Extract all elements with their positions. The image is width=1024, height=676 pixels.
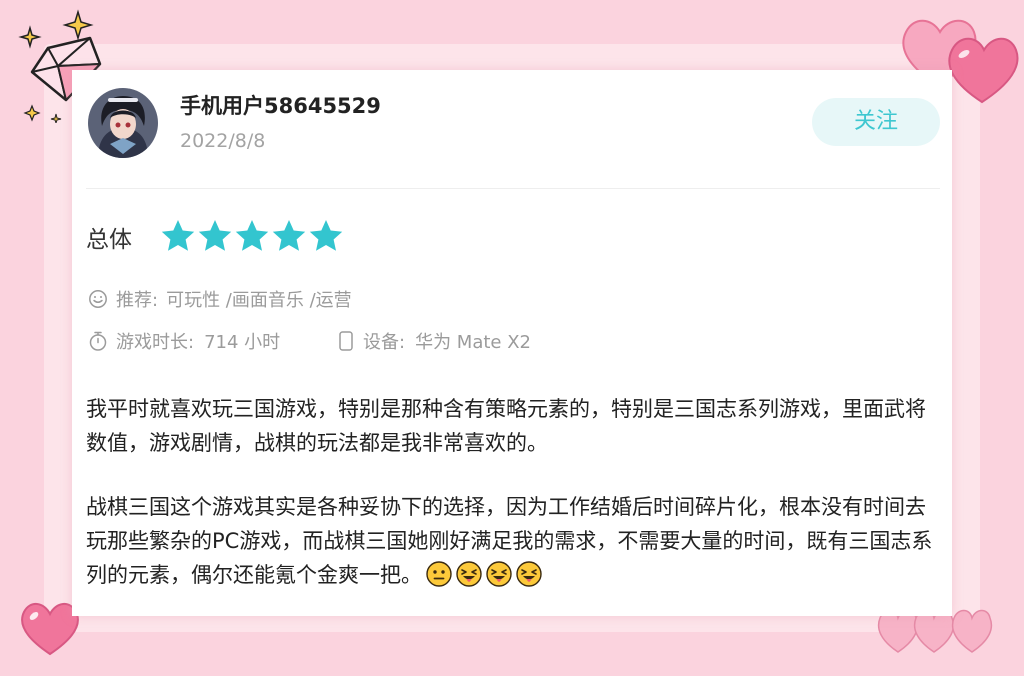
rating-label: 总体 [86, 227, 132, 253]
recommend-tags: 可玩性 /画面音乐 /运营 [166, 290, 352, 311]
device-row: 设备: 华为 Mate X2 [337, 328, 531, 354]
avatar[interactable] [88, 88, 158, 158]
username[interactable]: 手机用户58645529 [180, 90, 381, 120]
divider [86, 188, 940, 189]
emoji-group [422, 561, 542, 587]
star-icon [272, 220, 306, 251]
tongue-face-emoji-icon [456, 561, 482, 587]
smile-icon [89, 290, 107, 308]
follow-button[interactable]: 关注 [812, 98, 940, 146]
stopwatch-icon [89, 331, 107, 351]
neutral-face-emoji-icon [426, 561, 452, 587]
star-icon [198, 220, 232, 251]
avatar-image [88, 88, 158, 158]
star-icon [309, 220, 343, 251]
star-rating [161, 220, 343, 251]
phone-icon [339, 331, 353, 351]
review-date: 2022/8/8 [180, 130, 266, 152]
tongue-face-emoji-icon [486, 561, 512, 587]
tongue-face-emoji-icon [516, 561, 542, 587]
review-paragraph: 战棋三国这个游戏其实是各种妥协下的选择，因为工作结婚后时间碎片化，根本没有时间去… [86, 490, 944, 592]
recommend-label: 推荐: [116, 290, 159, 311]
star-icon [161, 220, 195, 251]
playtime-row: 游戏时长: 714 小时 [88, 328, 280, 354]
playtime-value: 714 小时 [204, 332, 281, 353]
recommend-row: 推荐: 可玩性 /画面音乐 /运营 [88, 286, 352, 312]
device-value: 华为 Mate X2 [415, 332, 531, 353]
review-paragraph: 我平时就喜欢玩三国游戏，特别是那种含有策略元素的，特别是三国志系列游戏，里面武将… [86, 397, 926, 455]
device-label: 设备: [363, 332, 406, 353]
playtime-label: 游戏时长: [116, 332, 195, 353]
star-icon [235, 220, 269, 251]
